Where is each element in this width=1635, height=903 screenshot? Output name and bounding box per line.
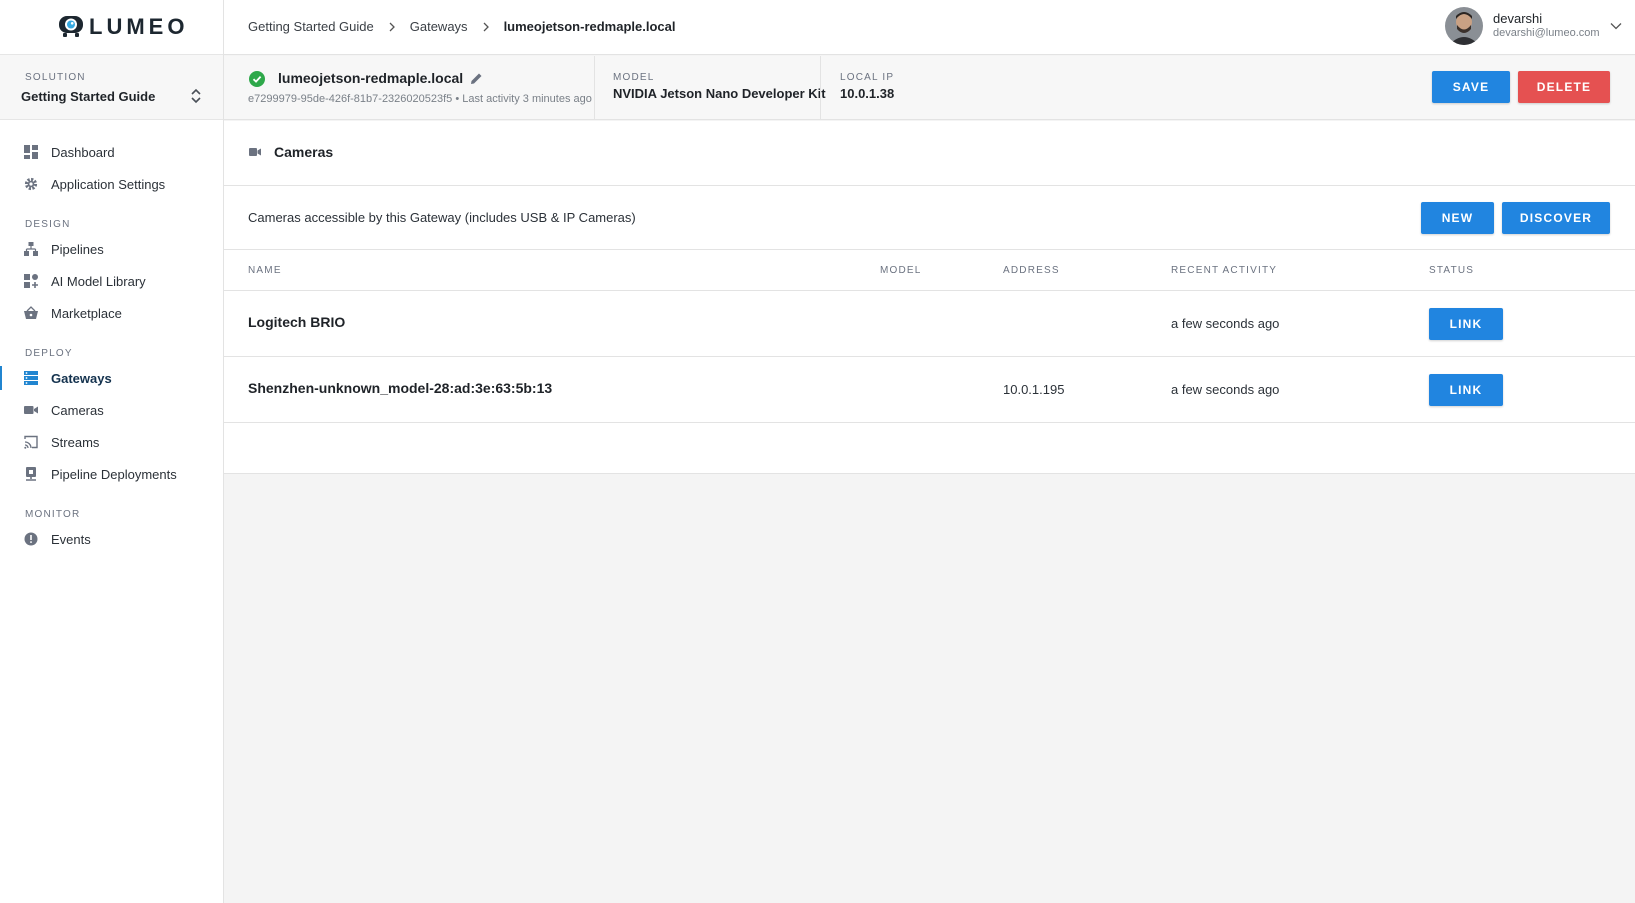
sidebar-item-label: Dashboard xyxy=(51,144,115,160)
solution-value: Getting Started Guide xyxy=(21,89,156,104)
lumeo-logo-icon xyxy=(59,16,83,37)
model-library-icon xyxy=(24,274,38,288)
breadcrumb-gateways[interactable]: Gateways xyxy=(410,19,468,34)
sidebar-item-events[interactable]: Events xyxy=(0,523,224,555)
link-camera-button[interactable]: LINK xyxy=(1429,374,1503,406)
column-header-name: NAME xyxy=(248,265,282,276)
alert-icon xyxy=(24,532,38,546)
camera-recent-activity: a few seconds ago xyxy=(1171,316,1280,331)
table-row[interactable]: Logitech BRIO a few seconds ago LINK xyxy=(224,291,1635,357)
pencil-icon[interactable] xyxy=(470,72,483,85)
divider xyxy=(594,56,595,119)
user-menu[interactable]: devarshi devarshi@lumeo.com xyxy=(1435,7,1635,47)
column-header-status: STATUS xyxy=(1429,265,1475,276)
camera-icon xyxy=(249,148,261,156)
sidebar-item-marketplace[interactable]: Marketplace xyxy=(0,297,224,329)
camera-icon xyxy=(24,406,38,414)
model-value: NVIDIA Jetson Nano Developer Kit xyxy=(613,86,826,101)
user-email: devarshi@lumeo.com xyxy=(1493,27,1600,39)
sidebar-item-gateways[interactable]: Gateways xyxy=(0,362,224,394)
sidebar-item-cameras[interactable]: Cameras xyxy=(0,394,224,426)
cast-icon xyxy=(24,435,38,449)
gateways-icon xyxy=(24,371,38,385)
sidebar-item-ai-model-library[interactable]: AI Model Library xyxy=(0,265,224,297)
camera-name[interactable]: Logitech BRIO xyxy=(248,314,345,330)
sidebar-item-application-settings[interactable]: Application Settings xyxy=(0,168,224,200)
sidebar-item-label: Pipeline Deployments xyxy=(51,466,177,482)
discover-cameras-button[interactable]: DISCOVER xyxy=(1502,202,1610,234)
sidebar-nav: Dashboard Application Settings DESIGN Pi… xyxy=(0,136,224,555)
delete-button[interactable]: DELETE xyxy=(1518,71,1610,103)
cameras-toolbar: Cameras accessible by this Gateway (incl… xyxy=(224,186,1635,250)
basket-icon xyxy=(24,306,38,319)
breadcrumb-solution[interactable]: Getting Started Guide xyxy=(248,19,374,34)
chevron-down-icon[interactable] xyxy=(1610,22,1622,30)
logo[interactable]: LUMEO xyxy=(0,0,223,55)
local-ip-label: LOCAL IP xyxy=(840,72,895,83)
chevron-right-icon xyxy=(483,22,489,31)
column-header-address: ADDRESS xyxy=(1003,265,1060,276)
sidebar-item-label: Application Settings xyxy=(51,176,166,192)
column-header-recent-activity: RECENT ACTIVITY xyxy=(1171,265,1278,276)
sidebar-item-label: Gateways xyxy=(51,370,112,386)
cameras-description: Cameras accessible by this Gateway (incl… xyxy=(248,210,636,225)
gateway-id-activity: e7299979-95de-426f-81b7-2326020523f5 • L… xyxy=(248,93,592,105)
local-ip-value: 10.0.1.38 xyxy=(840,86,895,101)
table-row[interactable]: Shenzhen-unknown_model-28:ad:3e:63:5b:13… xyxy=(224,357,1635,423)
breadcrumb-current: lumeojetson-redmaple.local xyxy=(503,19,676,34)
sidebar-item-dashboard[interactable]: Dashboard xyxy=(0,136,224,168)
avatar[interactable] xyxy=(1445,7,1483,45)
gateway-info-bar: lumeojetson-redmaple.local e7299979-95de… xyxy=(224,56,1635,120)
gear-icon xyxy=(24,177,38,191)
chevron-right-icon xyxy=(389,22,395,31)
nav-group-deploy: DEPLOY xyxy=(25,348,73,359)
pipelines-icon xyxy=(24,242,38,256)
solution-label: SOLUTION xyxy=(25,72,86,83)
divider xyxy=(820,56,821,119)
table-footer xyxy=(224,423,1635,474)
deployments-icon xyxy=(26,467,36,481)
breadcrumb: Getting Started Guide Gateways lumeojets… xyxy=(248,19,676,34)
new-camera-button[interactable]: NEW xyxy=(1421,202,1494,234)
link-camera-button[interactable]: LINK xyxy=(1429,308,1503,340)
section-title: Cameras xyxy=(274,144,334,160)
sidebar: LUMEO SOLUTION Getting Started Guide Das… xyxy=(0,0,224,903)
camera-recent-activity: a few seconds ago xyxy=(1171,382,1280,397)
sidebar-item-pipeline-deployments[interactable]: Pipeline Deployments xyxy=(0,458,224,490)
main-content: Cameras Cameras accessible by this Gatew… xyxy=(224,121,1635,474)
save-button[interactable]: SAVE xyxy=(1432,71,1510,103)
solution-selector[interactable]: SOLUTION Getting Started Guide xyxy=(0,55,223,120)
dashboard-icon xyxy=(24,145,38,159)
chevron-updown-icon[interactable] xyxy=(190,87,202,105)
camera-name[interactable]: Shenzhen-unknown_model-28:ad:3e:63:5b:13 xyxy=(248,380,552,396)
top-bar: Getting Started Guide Gateways lumeojets… xyxy=(224,0,1635,55)
sidebar-item-label: Pipelines xyxy=(51,241,104,257)
model-label: MODEL xyxy=(613,72,655,83)
column-header-model: MODEL xyxy=(880,265,922,276)
nav-group-design: DESIGN xyxy=(25,219,71,230)
sidebar-item-label: Events xyxy=(51,531,91,547)
cameras-section-header: Cameras xyxy=(224,121,1635,186)
sidebar-item-label: Cameras xyxy=(51,402,104,418)
sidebar-item-pipelines[interactable]: Pipelines xyxy=(0,233,224,265)
nav-group-monitor: MONITOR xyxy=(25,509,81,520)
brand-name: LUMEO xyxy=(89,14,189,39)
table-header: NAME MODEL ADDRESS RECENT ACTIVITY STATU… xyxy=(224,250,1635,291)
sidebar-item-streams[interactable]: Streams xyxy=(0,426,224,458)
gateway-name: lumeojetson-redmaple.local xyxy=(278,70,464,86)
user-name: devarshi xyxy=(1493,11,1543,26)
online-status-icon xyxy=(249,71,265,87)
sidebar-item-label: AI Model Library xyxy=(51,273,146,289)
sidebar-item-label: Marketplace xyxy=(51,305,122,321)
camera-address: 10.0.1.195 xyxy=(1003,382,1065,397)
sidebar-item-label: Streams xyxy=(51,434,100,450)
